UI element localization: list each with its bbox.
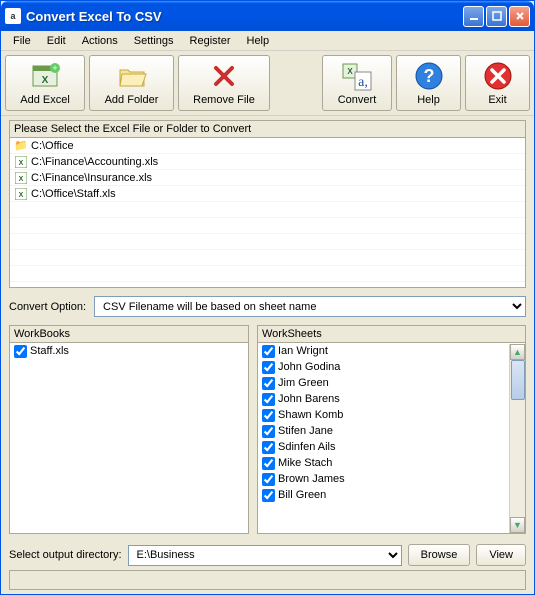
svg-text:X: X [42,75,49,86]
statusbar [9,570,526,590]
remove-file-button[interactable]: Remove File [178,55,270,111]
worksheets-header: WorkSheets [258,326,525,343]
svg-text:X: X [19,192,24,199]
worksheets-panel: WorkSheets Ian WrigntJohn GodinaJim Gree… [257,325,526,534]
file-row[interactable]: XC:\Finance\Accounting.xls [10,154,525,170]
convert-icon: Xa, [341,60,373,92]
menu-help[interactable]: Help [239,33,278,49]
svg-text:?: ? [423,66,434,86]
svg-text:X: X [347,67,353,76]
convert-button[interactable]: Xa, Convert [322,55,392,111]
excel-add-icon: X+ [29,60,61,92]
worksheet-checkbox[interactable] [262,441,275,454]
worksheet-checkbox[interactable] [262,457,275,470]
file-row-empty [10,202,525,218]
worksheet-item[interactable]: Brown James [258,471,509,487]
worksheets-scrollbar[interactable]: ▲ ▼ [509,344,525,533]
workbooks-list[interactable]: Staff.xls [10,343,248,533]
titlebar[interactable]: a Convert Excel To CSV [1,1,534,31]
add-excel-button[interactable]: X+ Add Excel [5,55,85,111]
window-title: Convert Excel To CSV [26,9,463,24]
worksheets-list[interactable]: Ian WrigntJohn GodinaJim GreenJohn Baren… [258,343,509,533]
svg-text:a,: a, [358,75,368,90]
menu-file[interactable]: File [5,33,39,49]
help-icon: ? [413,60,445,92]
scroll-up-button[interactable]: ▲ [510,344,525,360]
worksheet-item[interactable]: Ian Wrignt [258,343,509,359]
close-button[interactable] [509,6,530,27]
menu-actions[interactable]: Actions [74,33,126,49]
svg-text:X: X [19,176,24,183]
file-row-empty [10,250,525,266]
menu-register[interactable]: Register [182,33,239,49]
remove-icon [208,60,240,92]
worksheet-item[interactable]: John Barens [258,391,509,407]
svg-text:X: X [19,160,24,167]
file-row-empty [10,282,525,286]
add-folder-label: Add Folder [105,94,159,106]
menu-settings[interactable]: Settings [126,33,182,49]
output-dir-select[interactable]: E:\Business [128,545,402,566]
exit-label: Exit [488,94,506,106]
workbook-checkbox[interactable] [14,345,27,358]
worksheet-checkbox[interactable] [262,377,275,390]
menubar: File Edit Actions Settings Register Help [1,31,534,51]
worksheet-item[interactable]: Stifen Jane [258,423,509,439]
file-list[interactable]: 📁C:\OfficeXC:\Finance\Accounting.xlsXC:\… [10,138,525,286]
file-panel: Please Select the Excel File or Folder t… [9,120,526,288]
file-row[interactable]: 📁C:\Office [10,138,525,154]
worksheet-item[interactable]: Sdinfen Ails [258,439,509,455]
file-row-empty [10,218,525,234]
app-window: a Convert Excel To CSV File Edit Actions… [0,0,535,595]
worksheet-checkbox[interactable] [262,361,275,374]
file-row[interactable]: XC:\Office\Staff.xls [10,186,525,202]
add-excel-label: Add Excel [20,94,70,106]
add-folder-button[interactable]: Add Folder [89,55,174,111]
scroll-down-button[interactable]: ▼ [510,517,525,533]
minimize-button[interactable] [463,6,484,27]
worksheet-checkbox[interactable] [262,473,275,486]
browse-button[interactable]: Browse [408,544,471,566]
folder-icon [116,60,148,92]
convert-option-label: Convert Option: [9,301,86,313]
worksheet-checkbox[interactable] [262,393,275,406]
worksheet-checkbox[interactable] [262,489,275,502]
file-row-empty [10,234,525,250]
remove-file-label: Remove File [193,94,255,106]
output-dir-label: Select output directory: [9,549,122,561]
convert-label: Convert [338,94,377,106]
workbook-item[interactable]: Staff.xls [10,343,248,359]
file-panel-header: Please Select the Excel File or Folder t… [10,121,525,138]
worksheet-checkbox[interactable] [262,345,275,358]
file-row[interactable]: XC:\Finance\Insurance.xls [10,170,525,186]
menu-edit[interactable]: Edit [39,33,74,49]
worksheet-item[interactable]: John Godina [258,359,509,375]
toolbar: X+ Add Excel Add Folder Remove File Xa, … [1,51,534,116]
workbooks-header: WorkBooks [10,326,248,343]
help-button[interactable]: ? Help [396,55,461,111]
help-label: Help [417,94,440,106]
app-icon: a [5,8,21,24]
worksheet-item[interactable]: Bill Green [258,487,509,503]
maximize-button[interactable] [486,6,507,27]
worksheet-item[interactable]: Shawn Komb [258,407,509,423]
worksheet-item[interactable]: Mike Stach [258,455,509,471]
worksheet-checkbox[interactable] [262,409,275,422]
worksheet-item[interactable]: Jim Green [258,375,509,391]
svg-text:+: + [52,63,57,73]
exit-button[interactable]: Exit [465,55,530,111]
view-button[interactable]: View [476,544,526,566]
exit-icon [482,60,514,92]
convert-option-select[interactable]: CSV Filename will be based on sheet name [94,296,526,317]
workbooks-panel: WorkBooks Staff.xls [9,325,249,534]
file-row-empty [10,266,525,282]
worksheet-checkbox[interactable] [262,425,275,438]
scroll-thumb[interactable] [511,360,525,400]
